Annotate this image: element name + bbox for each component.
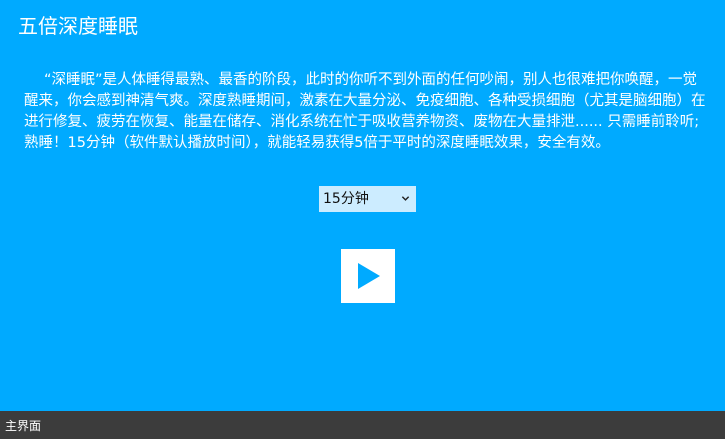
page-title: 五倍深度睡眠 xyxy=(18,14,138,38)
play-button[interactable] xyxy=(341,249,395,303)
description-text: “深睡眠”是人体睡得最熟、最香的阶段，此时的你听不到外面的任何吵闹，别人也很难把… xyxy=(24,72,706,151)
duration-select[interactable]: 15分钟 xyxy=(319,186,416,212)
main-page-label[interactable]: 主界面 xyxy=(5,411,41,439)
duration-select-value: 15分钟 xyxy=(323,191,369,207)
play-icon xyxy=(358,263,380,289)
chevron-down-icon xyxy=(401,196,410,201)
app-window: 五倍深度睡眠 “深睡眠”是人体睡得最熟、最香的阶段，此时的你听不到外面的任何吵闹… xyxy=(0,0,725,439)
bottom-app-bar[interactable]: 主界面 xyxy=(0,411,725,439)
